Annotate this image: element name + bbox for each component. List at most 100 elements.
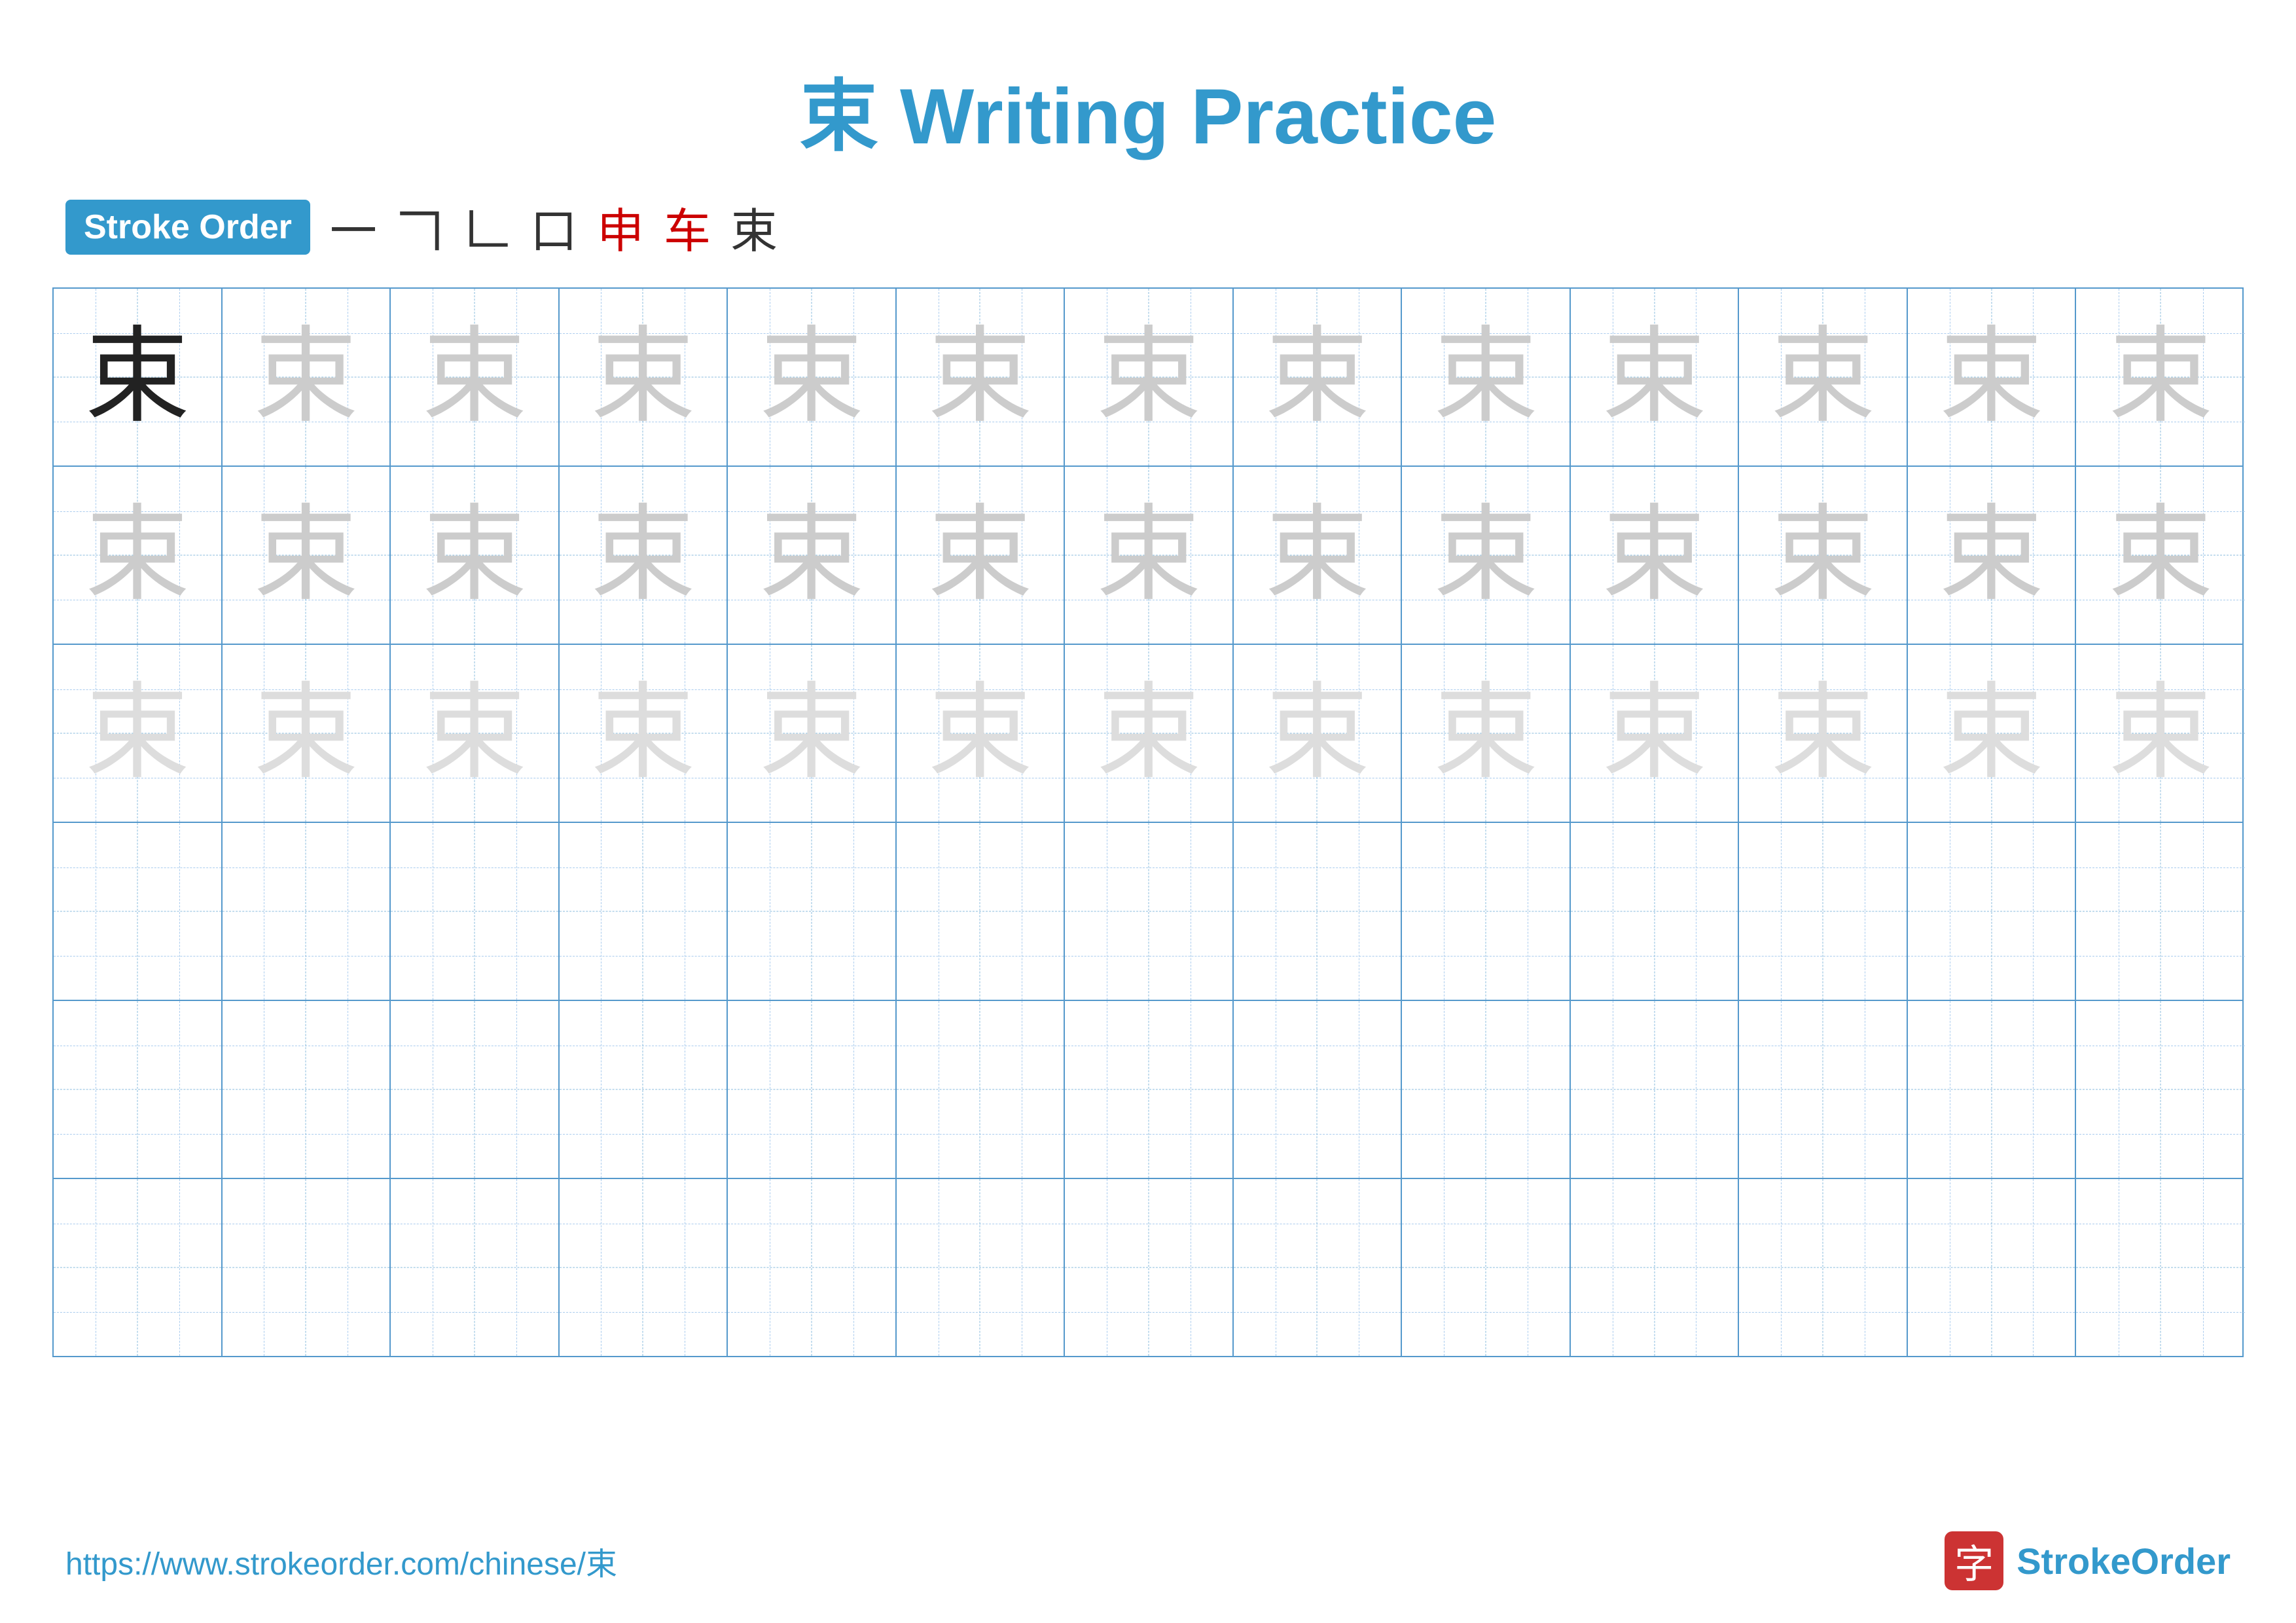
grid-cell[interactable] — [728, 823, 897, 1000]
grid-cell[interactable]: 束 — [560, 289, 728, 465]
grid-row-3: 束 束 束 束 束 束 束 — [54, 645, 2242, 823]
grid-cell[interactable] — [223, 1001, 391, 1178]
grid-cell[interactable] — [560, 823, 728, 1000]
grid-cell[interactable] — [1739, 823, 1908, 1000]
stroke-step-6: 车 — [664, 192, 711, 261]
grid-cell[interactable] — [391, 1179, 560, 1356]
grid-cell[interactable]: 束 — [1234, 289, 1403, 465]
footer-logo-text: StrokeOrder — [2017, 1540, 2231, 1582]
grid-cell[interactable] — [54, 1179, 223, 1356]
grid-cell[interactable]: 束 — [728, 289, 897, 465]
stroke-order-row: Stroke Order 一 𠃍 𠃊 口 申 车 束 — [0, 192, 2296, 261]
grid-cell[interactable] — [560, 1179, 728, 1356]
grid-cell[interactable]: 束 — [391, 289, 560, 465]
grid-cell[interactable] — [1234, 1179, 1403, 1356]
stroke-step-3: 𠃊 — [463, 192, 511, 261]
footer: https://www.strokeorder.com/chinese/束 字 … — [0, 1531, 2296, 1590]
grid-cell[interactable]: 束 — [1571, 467, 1740, 644]
stroke-step-4: 口 — [530, 192, 577, 261]
grid-cell[interactable]: 束 — [223, 467, 391, 644]
grid-row-5 — [54, 1001, 2242, 1179]
grid-cell[interactable]: 束 — [54, 289, 223, 465]
grid-cell[interactable] — [223, 823, 391, 1000]
grid-cell[interactable] — [560, 1001, 728, 1178]
grid-cell[interactable] — [1234, 1001, 1403, 1178]
grid-cell[interactable]: 束 — [2076, 645, 2245, 822]
grid-cell[interactable] — [223, 1179, 391, 1356]
stroke-step-2: 𠃍 — [397, 192, 444, 261]
grid-cell[interactable] — [391, 823, 560, 1000]
grid-cell[interactable] — [391, 1001, 560, 1178]
grid-cell[interactable]: 束 — [54, 467, 223, 644]
grid-cell[interactable] — [897, 1179, 1066, 1356]
grid-cell[interactable] — [1402, 823, 1571, 1000]
grid-cell[interactable] — [1908, 823, 2077, 1000]
stroke-order-badge: Stroke Order — [65, 200, 310, 255]
title-text: Writing Practice — [878, 73, 1497, 160]
footer-logo: 字 StrokeOrder — [1945, 1531, 2231, 1590]
grid-cell[interactable] — [1571, 1179, 1740, 1356]
grid-cell[interactable] — [2076, 1001, 2245, 1178]
grid-cell[interactable]: 束 — [2076, 467, 2245, 644]
grid-cell[interactable] — [54, 823, 223, 1000]
grid-cell[interactable]: 束 — [1908, 467, 2077, 644]
grid-cell[interactable] — [728, 1179, 897, 1356]
page-title: 束 Writing Practice — [0, 0, 2296, 166]
grid-cell[interactable] — [1402, 1179, 1571, 1356]
grid-cell[interactable]: 束 — [2076, 289, 2245, 465]
practice-grid: 束 束 束 束 束 束 束 — [52, 287, 2244, 1357]
grid-cell[interactable] — [1065, 1179, 1234, 1356]
grid-row-1: 束 束 束 束 束 束 束 — [54, 289, 2242, 467]
grid-cell[interactable] — [54, 1001, 223, 1178]
grid-cell[interactable] — [728, 1001, 897, 1178]
footer-url: https://www.strokeorder.com/chinese/束 — [65, 1538, 617, 1584]
grid-cell[interactable] — [1234, 823, 1403, 1000]
grid-cell[interactable]: 束 — [1402, 289, 1571, 465]
grid-cell[interactable]: 束 — [560, 645, 728, 822]
grid-cell[interactable] — [2076, 823, 2245, 1000]
grid-cell[interactable]: 束 — [223, 289, 391, 465]
grid-cell[interactable]: 束 — [897, 467, 1066, 644]
grid-cell[interactable]: 束 — [1908, 645, 2077, 822]
grid-cell[interactable]: 束 — [1234, 645, 1403, 822]
grid-cell[interactable]: 束 — [728, 467, 897, 644]
grid-cell[interactable]: 束 — [560, 467, 728, 644]
grid-cell[interactable] — [2076, 1179, 2245, 1356]
grid-cell[interactable]: 束 — [1739, 645, 1908, 822]
grid-cell[interactable]: 束 — [728, 645, 897, 822]
grid-cell[interactable]: 束 — [1065, 289, 1234, 465]
grid-cell[interactable]: 束 — [897, 289, 1066, 465]
grid-cell[interactable] — [1065, 1001, 1234, 1178]
grid-cell[interactable] — [1571, 1001, 1740, 1178]
grid-cell[interactable]: 束 — [391, 645, 560, 822]
grid-cell[interactable]: 束 — [391, 467, 560, 644]
grid-cell[interactable] — [897, 1001, 1066, 1178]
grid-cell[interactable] — [1402, 1001, 1571, 1178]
grid-cell[interactable] — [1908, 1001, 2077, 1178]
grid-row-2: 束 束 束 束 束 束 束 — [54, 467, 2242, 645]
grid-cell[interactable] — [1065, 823, 1234, 1000]
grid-cell[interactable]: 束 — [1065, 467, 1234, 644]
grid-cell[interactable]: 束 — [1571, 289, 1740, 465]
grid-cell[interactable]: 束 — [1402, 467, 1571, 644]
grid-cell[interactable]: 束 — [1234, 467, 1403, 644]
grid-cell[interactable]: 束 — [1065, 645, 1234, 822]
stroke-step-5: 申 — [597, 192, 644, 261]
grid-cell[interactable]: 束 — [1908, 289, 2077, 465]
grid-cell[interactable]: 束 — [1571, 645, 1740, 822]
grid-cell[interactable]: 束 — [1402, 645, 1571, 822]
grid-row-4 — [54, 823, 2242, 1001]
grid-cell[interactable] — [897, 823, 1066, 1000]
grid-cell[interactable] — [1908, 1179, 2077, 1356]
grid-cell[interactable]: 束 — [897, 645, 1066, 822]
grid-cell[interactable] — [1739, 1179, 1908, 1356]
grid-cell[interactable]: 束 — [223, 645, 391, 822]
strokeorder-icon: 字 — [1945, 1531, 2003, 1590]
grid-cell[interactable]: 束 — [1739, 289, 1908, 465]
grid-row-6 — [54, 1179, 2242, 1356]
grid-cell[interactable]: 束 — [1739, 467, 1908, 644]
grid-cell[interactable] — [1571, 823, 1740, 1000]
grid-cell[interactable] — [1739, 1001, 1908, 1178]
grid-cell[interactable]: 束 — [54, 645, 223, 822]
title-char: 束 — [800, 73, 878, 160]
